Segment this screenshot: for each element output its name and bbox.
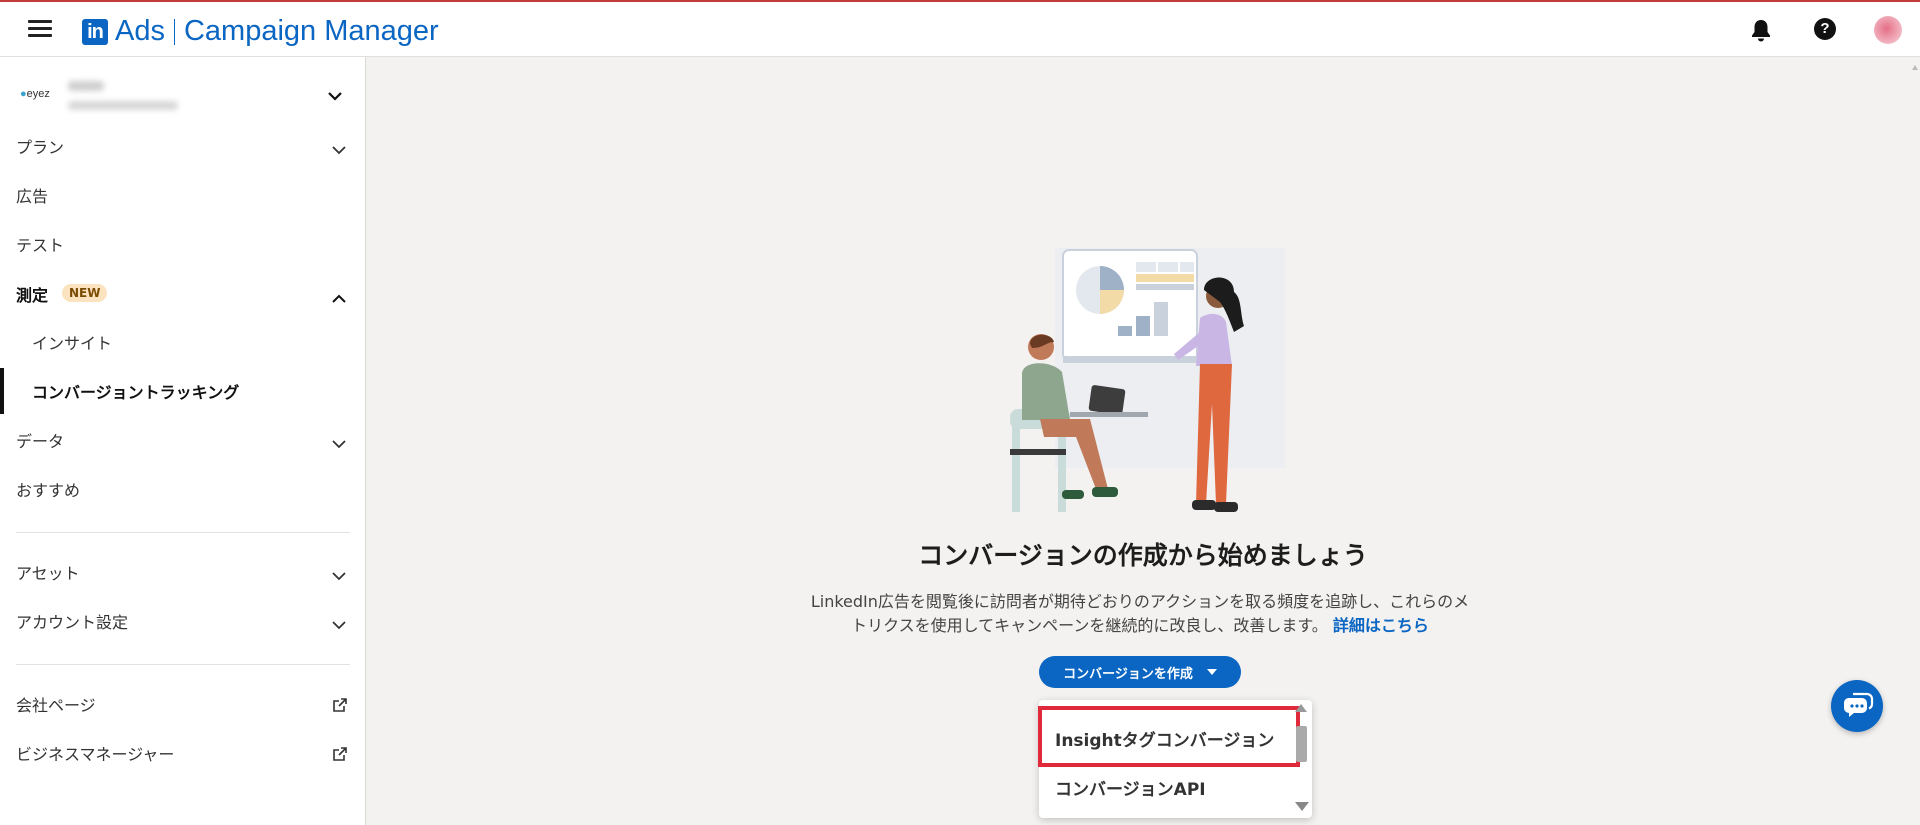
sidebar: ●eyez プラン 広告 テスト 測定 NEW インサイト コンバージョントラッ…	[0, 57, 366, 825]
page-scrollbar[interactable]	[1910, 57, 1920, 825]
sidebar-item-data[interactable]: データ	[0, 421, 365, 459]
external-link-icon	[333, 697, 347, 716]
sidebar-item-label: おすすめ	[16, 481, 81, 500]
sidebar-item-label: アカウント設定	[16, 613, 129, 632]
scroll-up-arrow-icon[interactable]	[1295, 704, 1307, 712]
empty-state-description: LinkedIn広告を閲覧後に訪問者が期待どおりのアクションを取る頻度を追跡し、…	[810, 590, 1470, 638]
chat-icon[interactable]	[1831, 680, 1883, 732]
active-indicator	[0, 368, 4, 414]
sidebar-item-label: インサイト	[32, 334, 113, 353]
chevron-down-icon	[328, 86, 342, 105]
chevron-up-icon	[332, 288, 346, 307]
account-name-redacted	[68, 81, 104, 91]
highlight-box	[1038, 706, 1300, 767]
bell-icon[interactable]	[1750, 18, 1772, 46]
sidebar-divider	[16, 532, 350, 533]
sidebar-item-label: コンバージョントラッキング	[32, 383, 240, 402]
menu-scrollbar-thumb[interactable]	[1296, 726, 1307, 762]
sidebar-item-company-page[interactable]: 会社ページ	[0, 685, 365, 723]
sidebar-item-label: プラン	[16, 138, 65, 157]
product-short-name: Ads	[115, 15, 165, 47]
sidebar-divider	[16, 664, 350, 665]
sidebar-item-test[interactable]: テスト	[0, 225, 365, 263]
sidebar-item-plan[interactable]: プラン	[0, 127, 365, 165]
linkedin-logo-icon: in	[82, 18, 108, 45]
account-logo: ●eyez	[20, 88, 50, 100]
top-bar: in Ads Campaign Manager ?	[0, 0, 1920, 57]
create-conversion-label: コンバージョンを作成	[1063, 666, 1193, 682]
new-badge: NEW	[62, 284, 108, 302]
chevron-down-icon	[332, 615, 346, 634]
sidebar-item-recommendations[interactable]: おすすめ	[0, 470, 365, 508]
chevron-down-icon	[332, 434, 346, 453]
scroll-up-arrow-icon[interactable]	[1912, 65, 1918, 70]
menu-item-label: コンバージョンAPI	[1055, 779, 1206, 800]
empty-state-title: コンバージョンの作成から始めましょう	[918, 541, 1368, 570]
sidebar-item-conversion-tracking[interactable]: コンバージョントラッキング	[0, 368, 365, 414]
app-logo[interactable]: in Ads Campaign Manager	[82, 15, 439, 48]
scroll-down-arrow-icon[interactable]	[1295, 802, 1309, 811]
sidebar-item-label: データ	[16, 432, 65, 451]
help-icon[interactable]: ?	[1814, 18, 1836, 40]
caret-down-icon	[1206, 669, 1217, 675]
account-id-redacted	[68, 101, 178, 110]
logo-divider	[173, 18, 175, 45]
external-link-icon	[333, 746, 347, 765]
empty-state-title-wrap: コンバージョンの作成から始めましょう	[0, 536, 1920, 572]
avatar[interactable]	[1874, 16, 1902, 44]
create-conversion-button[interactable]: コンバージョンを作成	[1039, 656, 1241, 688]
sidebar-item-label: 会社ページ	[16, 696, 96, 715]
sidebar-item-measure[interactable]: 測定 NEW	[0, 275, 365, 313]
account-switcher[interactable]: ●eyez	[18, 71, 348, 119]
product-name: Campaign Manager	[183, 15, 439, 47]
sidebar-item-ads[interactable]: 広告	[0, 176, 365, 214]
learn-more-link[interactable]: 詳細はこちら	[1333, 616, 1429, 635]
sidebar-item-business-manager[interactable]: ビジネスマネージャー	[0, 734, 365, 772]
sidebar-item-label: 測定	[16, 286, 49, 305]
hamburger-icon[interactable]	[28, 20, 52, 38]
chevron-down-icon	[332, 140, 346, 159]
sidebar-item-account-settings[interactable]: アカウント設定	[0, 602, 365, 640]
sidebar-item-label: ビジネスマネージャー	[16, 745, 175, 764]
menu-item-conversion-api[interactable]: コンバージョンAPI	[1039, 762, 1299, 812]
sidebar-item-label: テスト	[16, 236, 65, 255]
sidebar-item-label: 広告	[16, 187, 49, 206]
empty-state-illustration	[1010, 248, 1285, 512]
sidebar-item-insights[interactable]: インサイト	[0, 323, 365, 361]
